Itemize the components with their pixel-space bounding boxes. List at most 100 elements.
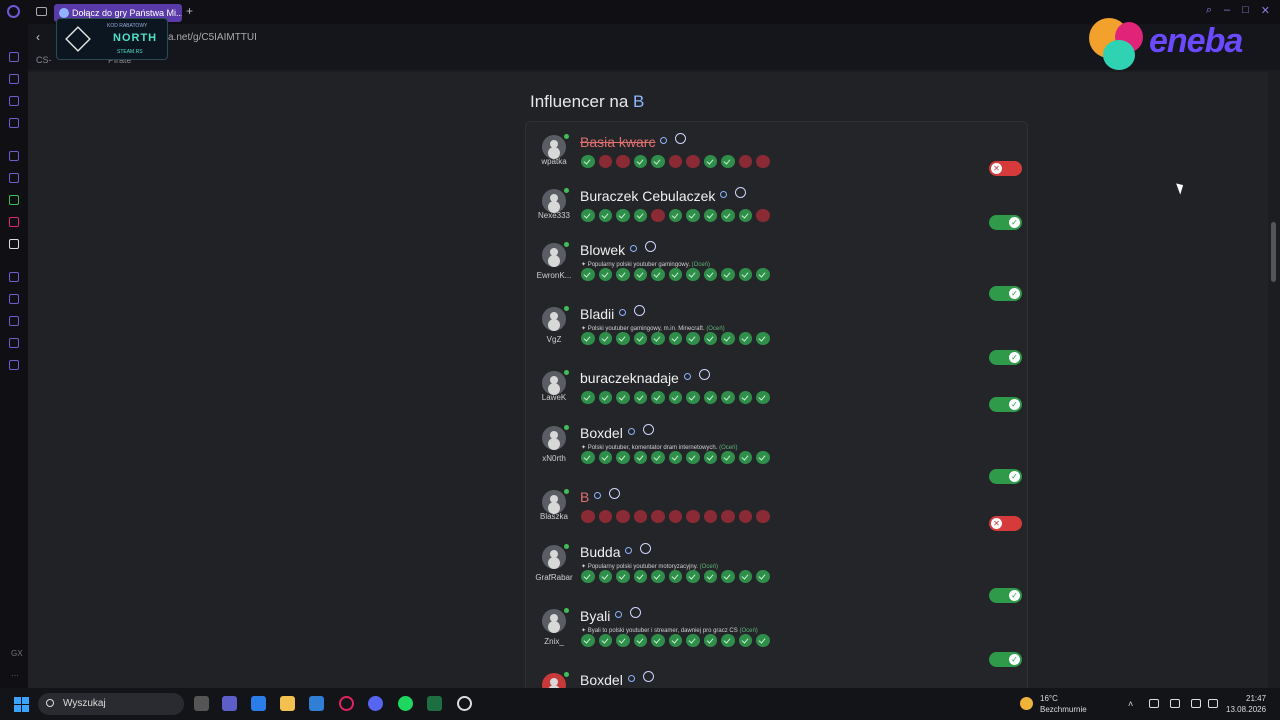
back-icon[interactable]: ‹ — [36, 30, 40, 44]
sidebar-workspace-icon[interactable] — [9, 74, 19, 84]
answer-text: Boxdel — [580, 425, 623, 441]
search-icon[interactable] — [720, 191, 728, 198]
answer-toggle[interactable]: ✓ — [989, 397, 1022, 412]
emoji-icon[interactable] — [609, 488, 621, 499]
bookmark-item[interactable]: CS- — [36, 55, 52, 65]
emoji-icon[interactable] — [640, 543, 652, 554]
search-icon[interactable] — [619, 309, 627, 316]
answer-toggle[interactable]: ✕ — [989, 161, 1022, 176]
volume-icon[interactable] — [1208, 699, 1218, 708]
vote-accept-icon — [581, 391, 595, 404]
emoji-icon[interactable] — [630, 607, 642, 618]
answer-toggle[interactable]: ✕ — [989, 516, 1022, 531]
store-icon[interactable] — [251, 696, 266, 711]
vote-reject-icon — [616, 155, 630, 168]
emoji-icon[interactable] — [675, 133, 687, 144]
sidebar-discount-icon[interactable] — [9, 173, 19, 183]
tab-menu-icon[interactable] — [36, 7, 47, 16]
answer-toggle[interactable]: ✓ — [989, 652, 1022, 667]
vote-accept-icon — [686, 268, 700, 281]
spotify-icon[interactable] — [398, 696, 413, 711]
emoji-icon[interactable] — [642, 671, 654, 682]
vote-accept-icon — [721, 268, 735, 281]
taskview-icon[interactable] — [194, 696, 209, 711]
answer-row: Buraczek Cebulaczek — [580, 187, 747, 204]
sidebar-pin-icon[interactable] — [9, 294, 19, 304]
url-field[interactable]: a.net/g/C5IAIMTTUI — [168, 32, 257, 43]
answer-toggle[interactable]: ✓ — [989, 286, 1022, 301]
emoji-icon[interactable] — [735, 187, 747, 198]
sidebar-history-icon[interactable] — [9, 316, 19, 326]
sidebar-mail-icon[interactable] — [9, 118, 19, 128]
sidebar-extensions-icon[interactable] — [9, 338, 19, 348]
online-status-icon — [564, 188, 569, 193]
sidebar-x-icon[interactable] — [9, 239, 19, 249]
player-name: xN0rth — [542, 454, 566, 463]
start-icon[interactable] — [14, 697, 29, 712]
emoji-icon[interactable] — [634, 305, 646, 316]
search-icon[interactable] — [625, 547, 633, 554]
search-icon[interactable] — [615, 611, 623, 618]
weather-widget[interactable]: 16°C Bezchmurnie — [1040, 693, 1087, 715]
sidebar-player-icon[interactable] — [9, 272, 19, 282]
sidebar-twitch-icon[interactable] — [9, 151, 19, 161]
answer-toggle[interactable]: ✓ — [989, 350, 1022, 365]
steam-icon[interactable] — [457, 696, 472, 711]
mic-icon[interactable] — [1170, 699, 1180, 708]
vote-accept-icon — [598, 634, 612, 647]
opera-gx-icon[interactable] — [339, 696, 354, 711]
new-tab-icon[interactable]: + — [186, 4, 193, 18]
answer-description: ✦ Polski youtuber, komentator dram inter… — [581, 445, 738, 451]
vote-reject-icon — [651, 510, 665, 523]
vote-accept-icon — [738, 209, 752, 222]
scroll-thumb[interactable] — [1271, 222, 1276, 282]
check-icon: ✓ — [1009, 590, 1020, 601]
sidebar-more-icon[interactable]: … — [11, 669, 19, 678]
sidebar-gx-icon[interactable]: GX — [11, 649, 23, 658]
sidebar-settings-icon[interactable] — [9, 360, 19, 370]
search-icon[interactable] — [594, 492, 602, 499]
sidebar-whatsapp-icon[interactable] — [9, 195, 19, 205]
sync-icon[interactable] — [1149, 699, 1159, 708]
emoji-icon[interactable] — [645, 241, 657, 252]
player-name: GrafRabar — [535, 573, 573, 582]
teams-icon[interactable] — [222, 696, 237, 711]
sidebar-messenger-icon[interactable] — [9, 96, 19, 106]
search-icon[interactable] — [660, 137, 668, 144]
vote-reject-icon — [616, 510, 630, 523]
search-icon[interactable] — [627, 675, 635, 682]
answer-description: ✦ Popularny polski youtuber gamingowy. (… — [581, 262, 710, 268]
explorer-icon[interactable] — [280, 696, 295, 711]
vote-accept-icon — [703, 332, 717, 345]
sidebar-instagram-icon[interactable] — [9, 217, 19, 227]
page-scrollbar[interactable] — [1268, 72, 1280, 688]
check-icon: ✓ — [1009, 288, 1020, 299]
search-icon[interactable] — [630, 245, 638, 252]
excel-icon[interactable] — [427, 696, 442, 711]
emoji-icon[interactable] — [698, 369, 710, 380]
section-title-letter: B — [633, 92, 645, 111]
vote-accept-icon — [738, 451, 752, 464]
vote-accept-icon — [616, 451, 630, 464]
network-icon[interactable] — [1191, 699, 1201, 708]
sidebar-aria-icon[interactable] — [9, 52, 19, 62]
search-icon[interactable] — [683, 373, 691, 380]
clock[interactable]: 21:47 13.08.2026 — [1226, 693, 1266, 715]
vote-accept-icon — [651, 451, 665, 464]
answer-toggle[interactable]: ✓ — [989, 469, 1022, 484]
vote-accept-icon — [598, 391, 612, 404]
answer-toggle[interactable]: ✓ — [989, 215, 1022, 230]
vote-accept-icon — [598, 332, 612, 345]
check-icon: ✓ — [1009, 399, 1020, 410]
vote-reject-icon — [721, 510, 735, 523]
discord-icon[interactable] — [368, 696, 383, 711]
taskbar-search[interactable]: Wyszukaj — [38, 693, 184, 715]
votes-row — [581, 155, 770, 168]
opera-menu-icon[interactable] — [7, 5, 20, 18]
tray-chevron-icon[interactable]: ˄ — [1128, 699, 1138, 709]
search-icon[interactable] — [627, 428, 635, 435]
votes-row — [581, 268, 770, 281]
answer-toggle[interactable]: ✓ — [989, 588, 1022, 603]
mail-icon[interactable] — [309, 696, 324, 711]
emoji-icon[interactable] — [642, 424, 654, 435]
